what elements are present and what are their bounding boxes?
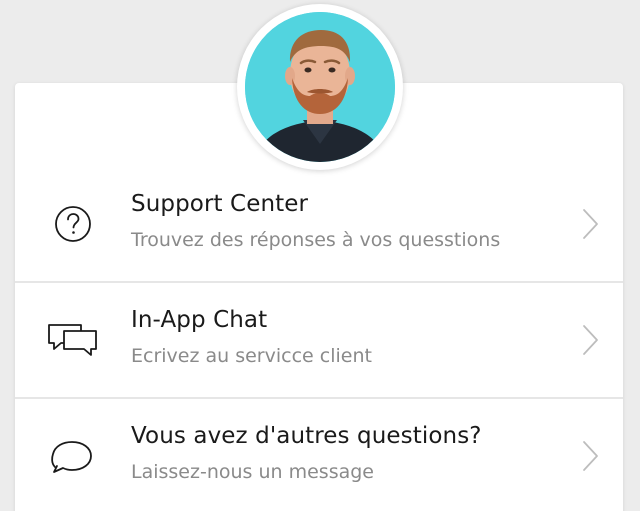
- chevron-right-icon: [583, 325, 598, 355]
- speech-bubble-icon: [51, 441, 92, 473]
- menu-item-title: In-App Chat: [131, 307, 268, 333]
- chevron-right-icon: [583, 209, 598, 239]
- menu-item-subtitle: Ecrivez au servicce client: [131, 345, 372, 367]
- agent-portrait: [245, 12, 395, 162]
- chat-bubbles-icon: [48, 324, 97, 356]
- menu-item-title: Vous avez d'autres questions?: [131, 423, 482, 449]
- agent-photo: [245, 12, 395, 162]
- menu-item-in-app-chat[interactable]: In-App Chat Ecrivez au servicce client: [15, 283, 623, 399]
- menu-item-title: Support Center: [131, 191, 309, 217]
- help-screen: Support Center Trouvez des réponses à vo…: [0, 0, 640, 511]
- menu-item-subtitle: Laissez-nous un message: [131, 461, 374, 483]
- question-circle-icon: [55, 206, 91, 242]
- menu-item-other-questions[interactable]: Vous avez d'autres questions? Laissez-no…: [15, 399, 623, 511]
- chevron-right-icon: [583, 441, 598, 471]
- agent-avatar: [237, 4, 403, 170]
- menu-item-support-center[interactable]: Support Center Trouvez des réponses à vo…: [15, 167, 623, 283]
- menu-item-subtitle: Trouvez des réponses à vos quesstions: [131, 229, 501, 251]
